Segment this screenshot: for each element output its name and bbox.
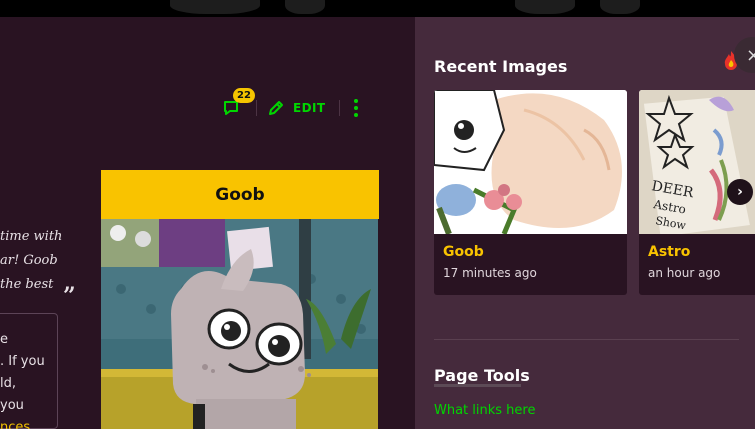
goob-character-image (101, 219, 378, 429)
comment-count-badge: 22 (233, 88, 255, 103)
astro-thumbnail-art: DEER Astro Show (639, 90, 755, 234)
infobox-title: Goob (101, 170, 379, 219)
notice-text: e . If you ld, you nces (0, 329, 45, 429)
right-rail: Recent Images × Goob 17 minutes ago DEER… (415, 17, 755, 429)
more-options-icon[interactable] (354, 99, 359, 117)
notice-line: you (0, 398, 24, 413)
pencil-icon (269, 101, 283, 115)
what-links-here-link[interactable]: What links here (434, 403, 535, 418)
article-content: 22 EDIT time with ar! Goob the best ” e … (0, 17, 415, 429)
recent-image-thumbnail[interactable]: DEER Astro Show (639, 90, 755, 234)
recent-image-title[interactable]: Goob (443, 244, 484, 260)
top-navigation-bar (0, 0, 755, 17)
notice-line: e (0, 332, 8, 347)
chevron-right-icon: › (737, 184, 743, 200)
recent-image-card[interactable]: Goob 17 minutes ago (434, 90, 627, 295)
notice-link[interactable]: nces (0, 417, 45, 429)
quote-mark-icon: ” (63, 283, 76, 309)
page-tools-heading: Page Tools (434, 366, 530, 385)
topbar-decoration (515, 0, 575, 14)
goob-thumbnail-art (434, 90, 627, 234)
recent-image-thumbnail[interactable] (434, 90, 627, 234)
edit-button[interactable]: EDIT (267, 99, 325, 117)
recent-images-heading: Recent Images (434, 57, 568, 76)
divider (434, 339, 739, 340)
topbar-decoration (170, 0, 260, 14)
recent-image-title[interactable]: Astro (648, 244, 690, 260)
notice-line: . If you (0, 354, 45, 369)
quote-line: ar! Goob (0, 253, 58, 268)
edit-label: EDIT (293, 101, 326, 115)
close-icon: × (746, 44, 755, 66)
recent-image-time: 17 minutes ago (443, 266, 537, 280)
divider (256, 100, 257, 116)
notice-line: ld, (0, 376, 16, 391)
recent-image-time: an hour ago (648, 266, 721, 280)
topbar-decoration (600, 0, 640, 14)
infobox-image[interactable] (101, 219, 378, 429)
carousel-next-button[interactable]: › (727, 179, 753, 205)
comments-button[interactable]: 22 (222, 88, 255, 119)
page-actions: 22 EDIT (222, 88, 359, 119)
quote-line: time with (0, 229, 63, 244)
divider (339, 100, 341, 116)
infobox: Goob (101, 170, 379, 429)
topbar-decoration (285, 0, 325, 14)
heading-underline (434, 384, 521, 387)
